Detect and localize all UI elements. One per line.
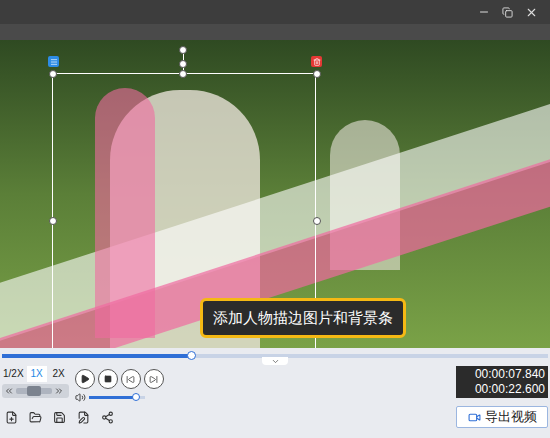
control-panel: 1/2X1X2X 00:00:07.84000:00:22.600 导出视频 <box>0 364 550 438</box>
rewind-icon[interactable] <box>4 386 14 396</box>
time-display: 00:00:07.84000:00:22.600 <box>456 366 548 398</box>
close-icon[interactable] <box>525 6 538 19</box>
resize-handle[interactable] <box>313 217 321 225</box>
previous-button[interactable] <box>121 369 141 389</box>
play-button[interactable] <box>75 369 95 389</box>
caption-bubble: 添加人物描边图片和背景条 <box>200 298 406 338</box>
restore-icon[interactable] <box>502 7 513 18</box>
stage-top <box>0 24 550 40</box>
previous-icon <box>126 375 135 384</box>
resize-handle[interactable] <box>49 217 57 225</box>
player-window: 添加人物描边图片和背景条 1/2X1X2X 00:00:07.84000:00:22… <box>0 0 550 438</box>
bottom-toolbar: 导出视频 <box>2 406 548 428</box>
timeline-thumb[interactable] <box>187 351 196 360</box>
minimize-icon[interactable] <box>478 6 490 18</box>
speed-button[interactable]: 1/2X <box>2 366 25 382</box>
speed-button[interactable]: 2X <box>49 366 69 382</box>
volume-control <box>75 392 164 403</box>
open-folder-icon[interactable] <box>29 411 42 424</box>
new-project-icon[interactable] <box>5 411 18 424</box>
forward-icon[interactable] <box>54 386 64 396</box>
timeline <box>0 348 550 364</box>
stop-button[interactable] <box>98 369 118 389</box>
volume-icon[interactable] <box>75 392 86 403</box>
preview-frame: 添加人物描边图片和背景条 <box>0 40 550 348</box>
seek-control <box>2 384 69 398</box>
total-time: 00:00:22.600 <box>475 382 545 397</box>
seek-track[interactable] <box>16 388 52 394</box>
resize-handle[interactable] <box>313 70 321 78</box>
volume-track[interactable] <box>89 396 145 399</box>
chevron-down-icon <box>271 357 280 366</box>
next-button[interactable] <box>144 369 164 389</box>
speed-button[interactable]: 1X <box>27 366 47 382</box>
share-icon[interactable] <box>101 411 114 424</box>
play-icon <box>80 374 90 384</box>
pink-outline <box>95 88 155 338</box>
title-bar <box>0 0 550 24</box>
resize-handle[interactable] <box>179 70 187 78</box>
video-icon <box>468 411 481 424</box>
timeline-fill <box>2 354 191 358</box>
stop-icon <box>104 375 112 383</box>
export-video-button[interactable]: 导出视频 <box>456 406 548 428</box>
collapse-tab[interactable] <box>262 357 288 365</box>
resize-handle[interactable] <box>49 70 57 78</box>
resize-handle[interactable] <box>179 46 187 54</box>
current-time: 00:00:07.840 <box>475 367 545 382</box>
next-icon <box>149 375 158 384</box>
save-as-icon[interactable] <box>77 411 90 424</box>
seek-thumb[interactable] <box>27 386 41 396</box>
save-icon[interactable] <box>53 411 66 424</box>
volume-thumb[interactable] <box>132 393 140 401</box>
menu-icon[interactable] <box>48 56 59 67</box>
speed-group: 1/2X1X2X <box>2 366 69 398</box>
delete-icon[interactable] <box>311 56 322 67</box>
resize-handle[interactable] <box>179 60 187 68</box>
volume-fill <box>89 396 137 399</box>
